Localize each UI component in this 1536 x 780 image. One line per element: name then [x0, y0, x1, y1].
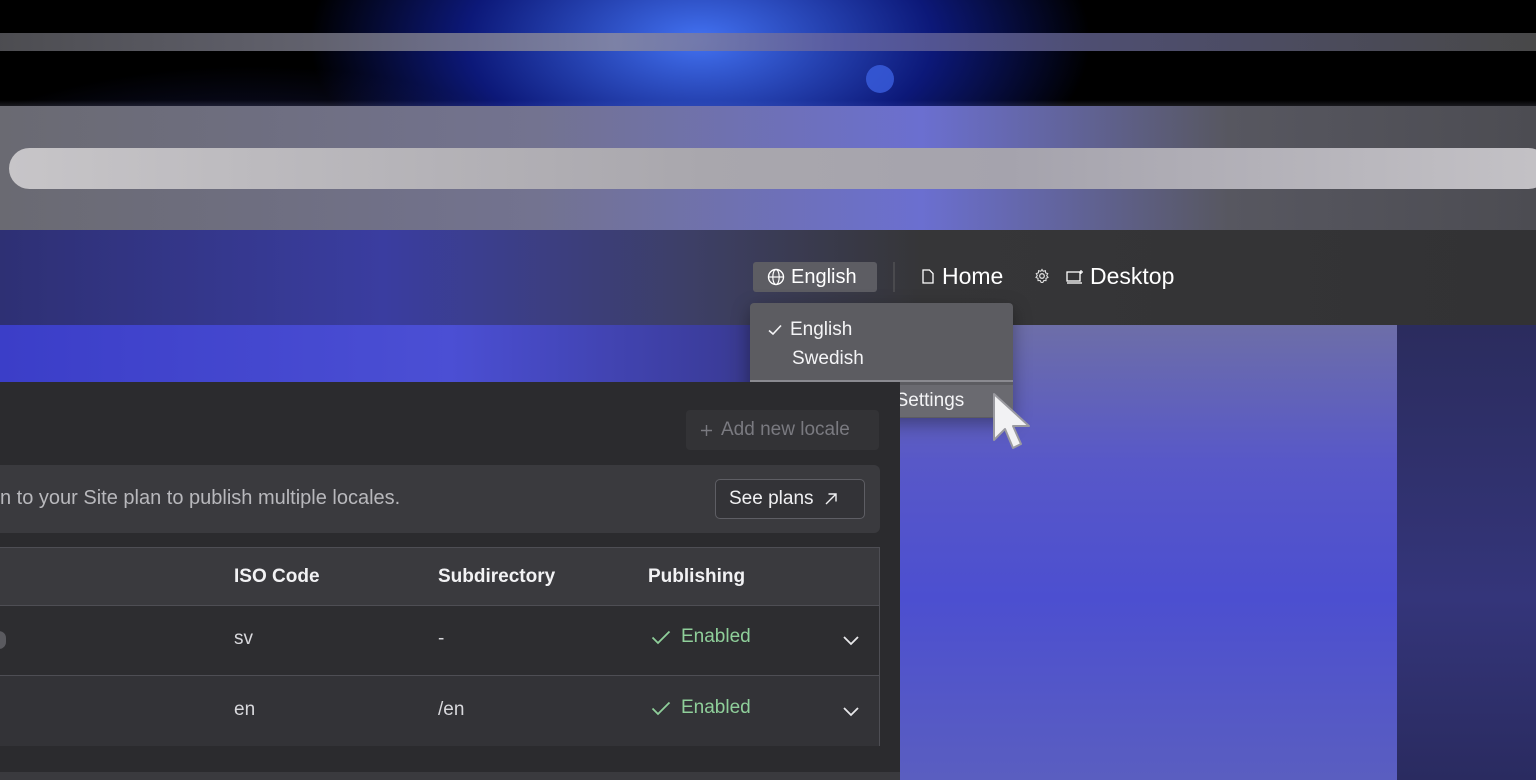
add-new-locale-label: Add new locale — [721, 419, 850, 440]
address-bar[interactable] — [9, 148, 1536, 189]
table-footer-strip — [0, 772, 900, 780]
canvas-column — [1397, 325, 1536, 780]
page-selector-label: Home — [942, 263, 1004, 289]
see-plans-button[interactable]: See plans — [715, 479, 865, 519]
chevron-down-icon[interactable] — [842, 702, 860, 720]
publishing-status: Enabled — [651, 697, 751, 719]
column-header-subdirectory: Subdirectory — [438, 566, 556, 587]
check-icon — [651, 630, 671, 644]
language-switcher-label: English — [791, 265, 857, 288]
publishing-status-label: Enabled — [681, 697, 751, 718]
breakpoint-label: Desktop — [1090, 263, 1175, 289]
language-option-swedish[interactable]: Swedish — [750, 344, 1013, 374]
table-row[interactable]: en /en Enabled — [0, 676, 879, 746]
desktop-icon — [1066, 269, 1083, 284]
chevron-down-icon[interactable] — [842, 631, 860, 649]
globe-icon — [767, 268, 785, 286]
see-plans-label: See plans — [729, 488, 814, 509]
publishing-status-label: Enabled — [681, 626, 751, 647]
language-option-label: Swedish — [792, 348, 864, 369]
toolbar-divider — [893, 262, 895, 292]
iso-code-cell: en — [234, 699, 256, 720]
arrow-up-right-icon — [825, 493, 837, 505]
column-header-iso: ISO Code — [234, 566, 320, 587]
language-switcher-button[interactable]: English — [753, 262, 877, 292]
row-handle — [0, 631, 6, 649]
locales-table: ISO Code Subdirectory Publishing sv - En… — [0, 547, 880, 746]
subdirectory-cell: - — [438, 628, 445, 649]
iso-code-cell: sv — [234, 628, 253, 649]
plus-icon — [701, 424, 712, 436]
camera-dot — [866, 65, 894, 93]
page-icon — [922, 269, 934, 284]
upgrade-banner-text: n to your Site plan to publish multiple … — [0, 487, 401, 509]
column-header-publishing: Publishing — [648, 566, 746, 587]
gear-icon[interactable] — [1034, 268, 1050, 284]
language-option-label: English — [790, 319, 853, 340]
add-new-locale-button[interactable]: Add new locale — [686, 410, 879, 450]
table-row[interactable]: sv - Enabled — [0, 605, 879, 676]
breakpoint-selector[interactable]: Desktop — [1066, 263, 1174, 290]
check-icon — [768, 324, 782, 336]
language-option-english[interactable]: English — [750, 315, 1013, 345]
check-icon — [651, 701, 671, 715]
page-selector[interactable]: Home — [922, 263, 1003, 290]
publishing-status: Enabled — [651, 626, 751, 648]
table-header: ISO Code Subdirectory Publishing — [0, 548, 879, 606]
device-top-strip — [0, 33, 1536, 51]
subdirectory-cell: /en — [438, 699, 465, 720]
mouse-cursor-icon — [993, 393, 1030, 449]
